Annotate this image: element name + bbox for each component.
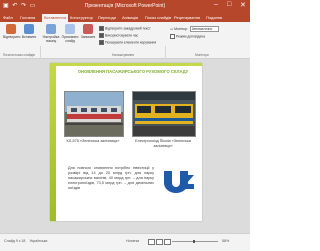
checkbox-box — [99, 40, 104, 45]
train-photo-left-graphic — [65, 92, 123, 136]
checkbox-label: Показувати елементи керування — [105, 40, 157, 45]
insert-button[interactable]: Вставити — [21, 24, 37, 39]
play-icon — [6, 24, 16, 34]
normal-view-icon[interactable] — [148, 239, 155, 245]
caption-left[interactable]: КЛ-575 «Зелінська залізниця» — [62, 139, 124, 144]
sorter-view-icon[interactable] — [156, 239, 163, 245]
play-button[interactable]: Відтворити — [3, 24, 21, 39]
tab-home[interactable]: Головна — [20, 15, 35, 20]
insert-icon — [24, 24, 34, 34]
train-photo-right-graphic — [133, 92, 195, 136]
slide-info: Слайд 9 з 18 — [4, 239, 26, 243]
insert-button-label: Вставити — [21, 35, 37, 39]
train-photo-left[interactable] — [64, 91, 124, 137]
setup-show-button[interactable]: Настройка показу — [42, 24, 60, 43]
tab-transitions[interactable]: Переходи — [98, 15, 116, 20]
close-button[interactable]: ✕ — [240, 1, 246, 9]
play-narrations-checkbox[interactable]: Відтворити закадровий текст — [99, 26, 151, 31]
notes-button[interactable]: Нотатки — [126, 239, 139, 243]
reading-view-icon[interactable] — [164, 239, 171, 245]
hide-slide-button[interactable]: Приховати слайд — [61, 24, 79, 43]
checkbox-label: Відтворити закадровий текст — [105, 26, 151, 31]
record-icon — [83, 24, 93, 34]
tab-view[interactable]: Подання — [206, 15, 222, 20]
setup-icon — [46, 24, 56, 34]
train-photo-right[interactable] — [132, 91, 196, 137]
slide-title[interactable]: ОНОВЛЕННЯ ПАСАЖИРСЬКОГО РУХОМОГО СКЛАДУ — [68, 69, 198, 74]
tab-slideshow[interactable]: Показ слайдів — [145, 15, 171, 20]
checkbox-box — [99, 26, 104, 31]
uz-logo-graphic — [164, 171, 194, 193]
slide-body-text[interactable]: Для повного оновлення потрібно інвестиці… — [68, 166, 154, 191]
language-indicator[interactable]: Українська — [29, 239, 47, 243]
tab-review[interactable]: Рецензування — [174, 15, 200, 20]
slide-accent-bar — [50, 63, 56, 221]
monitor-label: Монітор: — [174, 26, 188, 31]
redo-icon[interactable]: ↷ — [21, 3, 27, 9]
tab-design[interactable]: Конструктор — [70, 15, 93, 20]
uz-logo — [162, 169, 196, 193]
use-timings-checkbox[interactable]: Використовувати час — [99, 33, 138, 38]
record-button[interactable]: Записати — [80, 24, 96, 39]
caption-right[interactable]: Електропоїзд Škoda «Зелінська залізниця» — [130, 139, 196, 149]
slide-counter: Слайд 9 з 18 Українська — [4, 239, 47, 243]
slide-accent-bar — [56, 63, 202, 66]
monitor-select[interactable]: ▭ Монітор: Автоматично — [170, 26, 219, 32]
maximize-button[interactable]: □ — [227, 1, 231, 8]
save-icon[interactable]: ▣ — [3, 3, 10, 9]
zoom-slider[interactable] — [172, 240, 218, 243]
group-label: Налаштування — [112, 53, 135, 57]
group-label: Монітори — [195, 53, 209, 57]
powerpoint-window: ▣ ↶ ↷ ▭ Презентація (Microsoft PowerPoin… — [0, 0, 250, 251]
zoom-level[interactable]: 58% — [222, 239, 229, 243]
window-title: Презентація (Microsoft PowerPoint) — [84, 3, 166, 9]
slide-canvas[interactable]: ОНОВЛЕННЯ ПАСАЖИРСЬКОГО РУХОМОГО СКЛАДУ — [50, 63, 202, 221]
record-label: Записати — [80, 35, 96, 39]
checkbox-label: Режим доповідача — [176, 34, 205, 39]
ribbon: Відтворити Вставити Настройка показу При… — [0, 22, 250, 76]
hide-slide-label: Приховати слайд — [61, 35, 79, 43]
tab-file[interactable]: Файл — [3, 15, 13, 20]
minimize-button[interactable]: – — [214, 1, 218, 8]
tab-animations[interactable]: Анімація — [122, 15, 138, 20]
hide-slide-icon — [65, 24, 75, 34]
monitor-field[interactable]: Автоматично — [189, 26, 219, 32]
checkbox-box — [99, 33, 104, 38]
undo-icon[interactable]: ↶ — [12, 3, 18, 9]
ribbon-tabs: Файл Головна Вставлення Конструктор Пере… — [0, 13, 250, 23]
title-bar: ▣ ↶ ↷ ▭ Презентація (Microsoft PowerPoin… — [0, 0, 250, 13]
status-bar: Слайд 9 з 18 Українська Нотатки 58% — [0, 233, 250, 251]
monitor-icon: ▭ — [170, 26, 174, 31]
presenter-view-checkbox[interactable]: Режим доповідача — [170, 34, 205, 39]
quick-access-toolbar[interactable]: ▣ ↶ ↷ ▭ — [3, 2, 36, 9]
checkbox-label: Використовувати час — [105, 33, 139, 38]
group-label: Почати показ слайдів — [3, 53, 35, 57]
show-controls-checkbox[interactable]: Показувати елементи керування — [99, 40, 156, 45]
present-icon[interactable]: ▭ — [30, 3, 37, 9]
play-button-label: Відтворити — [3, 35, 21, 39]
setup-show-label: Настройка показу — [42, 35, 60, 43]
checkbox-box — [170, 34, 175, 39]
